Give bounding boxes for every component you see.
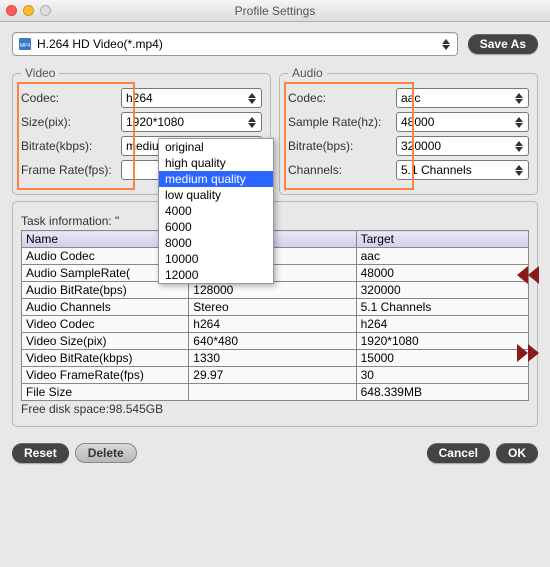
dropdown-option[interactable]: 8000 bbox=[159, 235, 273, 251]
chevron-updown-icon bbox=[512, 117, 526, 128]
dropdown-option[interactable]: high quality bbox=[159, 155, 273, 171]
video-framerate-label: Frame Rate(fps): bbox=[21, 163, 117, 177]
dropdown-option[interactable]: medium quality bbox=[159, 171, 273, 187]
table-row[interactable]: Audio Codecaac bbox=[22, 248, 529, 265]
table-row[interactable]: Video Size(pix)640*4801920*1080 bbox=[22, 333, 529, 350]
audio-samplerate-select[interactable]: 48000 bbox=[396, 112, 529, 132]
next-icon[interactable] bbox=[517, 344, 539, 362]
ok-button[interactable]: OK bbox=[496, 443, 538, 463]
audio-samplerate-label: Sample Rate(hz): bbox=[288, 115, 392, 129]
video-bitrate-dropdown[interactable]: originalhigh qualitymedium qualitylow qu… bbox=[158, 138, 274, 284]
video-codec-label: Codec: bbox=[21, 91, 117, 105]
chevron-updown-icon bbox=[512, 93, 526, 104]
table-row[interactable]: Video BitRate(kbps)133015000 bbox=[22, 350, 529, 367]
audio-codec-select[interactable]: aac bbox=[396, 88, 529, 108]
audio-channels-label: Channels: bbox=[288, 163, 392, 177]
video-size-label: Size(pix): bbox=[21, 115, 117, 129]
cancel-button[interactable]: Cancel bbox=[427, 443, 490, 463]
free-disk-space: Free disk space:98.545GB bbox=[21, 402, 529, 416]
dropdown-option[interactable]: original bbox=[159, 139, 273, 155]
table-row[interactable]: Audio BitRate(bps)128000320000 bbox=[22, 282, 529, 299]
audio-bitrate-select[interactable]: 320000 bbox=[396, 136, 529, 156]
prev-icon[interactable] bbox=[517, 266, 539, 284]
profile-select[interactable]: MP4 H.264 HD Video(*.mp4) bbox=[12, 32, 458, 56]
chevron-updown-icon bbox=[439, 39, 453, 50]
audio-group: Audio Codec: aac Sample Rate(hz): 48000 Bi… bbox=[279, 66, 538, 195]
titlebar: Profile Settings bbox=[0, 0, 550, 22]
table-row[interactable]: Audio ChannelsStereo5.1 Channels bbox=[22, 299, 529, 316]
profile-name: H.264 HD Video(*.mp4) bbox=[37, 37, 439, 51]
footer: Reset Delete Cancel OK bbox=[0, 433, 550, 473]
mp4-icon: MP4 bbox=[17, 36, 33, 52]
dropdown-option[interactable]: low quality bbox=[159, 187, 273, 203]
audio-codec-label: Codec: bbox=[288, 91, 392, 105]
table-row[interactable]: Audio SampleRate(48000 bbox=[22, 265, 529, 282]
dropdown-option[interactable]: 10000 bbox=[159, 251, 273, 267]
chevron-updown-icon bbox=[245, 93, 259, 104]
chevron-updown-icon bbox=[245, 117, 259, 128]
save-as-button[interactable]: Save As bbox=[468, 34, 538, 54]
window-title: Profile Settings bbox=[0, 4, 550, 18]
delete-button[interactable]: Delete bbox=[75, 443, 137, 463]
audio-channels-select[interactable]: 5.1 Channels bbox=[396, 160, 529, 180]
video-legend: Video bbox=[21, 66, 59, 80]
video-size-select[interactable]: 1920*1080 bbox=[121, 112, 262, 132]
table-row[interactable]: Video Codech264h264 bbox=[22, 316, 529, 333]
task-table: Name Target Audio CodecaacAudio SampleRa… bbox=[21, 230, 529, 401]
video-bitrate-label: Bitrate(kbps): bbox=[21, 139, 117, 153]
audio-bitrate-label: Bitrate(bps): bbox=[288, 139, 392, 153]
dropdown-option[interactable]: 6000 bbox=[159, 219, 273, 235]
svg-text:MP4: MP4 bbox=[20, 43, 31, 49]
dropdown-option[interactable]: 4000 bbox=[159, 203, 273, 219]
reset-button[interactable]: Reset bbox=[12, 443, 69, 463]
table-row[interactable]: File Size648.339MB bbox=[22, 384, 529, 401]
chevron-updown-icon bbox=[512, 141, 526, 152]
task-info-group: Task information: " Name Target Audio Co… bbox=[12, 201, 538, 427]
task-caption: Task information: " bbox=[21, 214, 529, 228]
video-codec-select[interactable]: h264 bbox=[121, 88, 262, 108]
audio-legend: Audio bbox=[288, 66, 327, 80]
col-target[interactable]: Target bbox=[356, 231, 528, 248]
dropdown-option[interactable]: 12000 bbox=[159, 267, 273, 283]
chevron-updown-icon bbox=[512, 165, 526, 176]
table-row[interactable]: Video FrameRate(fps)29.9730 bbox=[22, 367, 529, 384]
